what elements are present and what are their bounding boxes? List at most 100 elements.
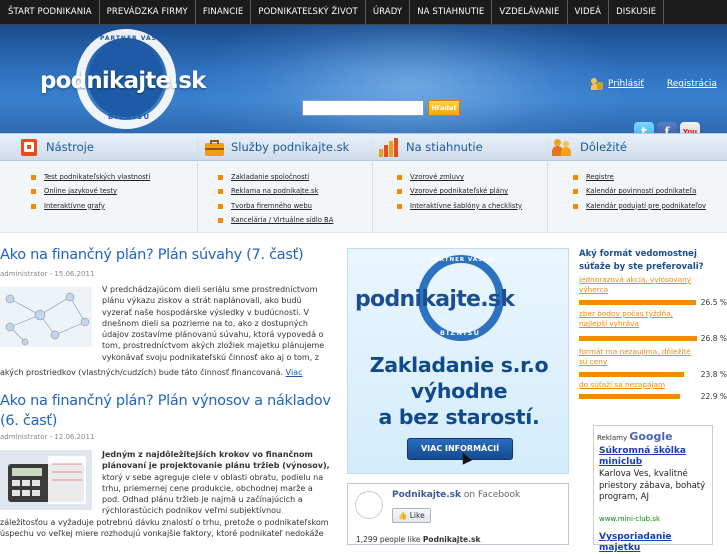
twitter-icon[interactable]: t xyxy=(634,122,654,133)
article-list: Ako na finančný plán? Plán súvahy (7. ča… xyxy=(0,233,345,545)
logo-brand-text: podnikajte.sk xyxy=(40,68,206,94)
article-thumbnail-calculator xyxy=(0,450,92,510)
category-nastroje[interactable]: Nástroje xyxy=(18,133,94,161)
link-item[interactable]: Kalendár podujatí pre podnikateľov xyxy=(573,199,706,213)
link-item[interactable]: Tvorba firemného webu xyxy=(218,199,333,213)
links-dolezite: Registre Kalendár povinností podnikateľa… xyxy=(573,170,706,213)
article-meta: administrator - 15.06.2011 xyxy=(0,270,95,278)
nav-na-stiahnutie[interactable]: NA STIAHNUTIE xyxy=(410,0,493,24)
ad-url[interactable]: www.mini-club.sk xyxy=(599,515,660,523)
page-logo-thumb xyxy=(355,491,383,519)
category-sluzby[interactable]: Služby podnikajte.sk xyxy=(203,133,349,161)
logo-ring-top-text: PARTNER VÁŠHO xyxy=(100,35,170,42)
tools-icon xyxy=(18,136,40,158)
category-title: Nástroje xyxy=(46,140,94,154)
links-na-stiahnutie: Vzorové zmluvy Vzorové podnikateľské plá… xyxy=(397,170,522,213)
poll-percent: 26.8 % xyxy=(700,334,727,343)
article-excerpt-end: záležitosťou a vyžaduje potrebnú dávku z… xyxy=(0,518,329,539)
link-item[interactable]: Vzorové zmluvy xyxy=(397,170,522,184)
category-title: Na stiahnutie xyxy=(406,140,483,154)
nav-start-podnikania[interactable]: ŠTART PODNIKANIA xyxy=(0,0,100,24)
poll-option[interactable]: zber bodov počas týždňa, najlepší vyhráv… xyxy=(579,309,699,330)
chart-bars-icon xyxy=(378,136,400,158)
header: PARTNER VÁŠHO BIZNISU podnikajte.sk Hľad… xyxy=(0,25,727,133)
nav-diskusie[interactable]: DISKUSIE xyxy=(609,0,665,24)
users-icon xyxy=(591,78,605,90)
article-thumbnail-network xyxy=(0,287,92,347)
header-glow xyxy=(200,25,620,133)
link-item[interactable]: Kalendár povinností podnikateľa xyxy=(573,184,706,198)
social-links: t f You xyxy=(634,122,700,133)
ad-title[interactable]: Súkromná škôlka miniclub xyxy=(599,446,712,468)
banner-ring-top-text: PARTNER VÁŠHO xyxy=(430,257,495,263)
banner-line: Zakladanie s.r.o xyxy=(369,353,549,377)
poll-bar xyxy=(579,372,684,377)
people-icon xyxy=(552,136,574,158)
nav-urady[interactable]: ÚRADY xyxy=(366,0,411,24)
article-excerpt: V predchádzajúcom dieli seriálu sme pros… xyxy=(102,285,325,362)
article-excerpt-end: akých prostriedkov (vlastných/cudzích) b… xyxy=(0,368,303,377)
ads-header: Reklamy Google xyxy=(597,430,673,443)
google-ads: Reklamy Google Súkromná škôlka miniclub … xyxy=(593,425,713,553)
banner-line: výhodne xyxy=(410,379,508,403)
banner-ring-bottom-text: BIZNISU xyxy=(440,329,481,337)
facebook-like-button[interactable]: 👍 Like xyxy=(392,508,431,523)
ad-title[interactable]: Vysporiadanie majetku xyxy=(599,532,712,554)
banner-line: a bez starostí. xyxy=(378,405,540,429)
search-input[interactable] xyxy=(302,100,424,116)
promo-banner[interactable]: PARTNER VÁŠHO BIZNISU podnikajte.sk Zakl… xyxy=(347,248,569,474)
site-logo[interactable]: PARTNER VÁŠHO BIZNISU podnikajte.sk xyxy=(28,25,206,133)
link-item[interactable]: Test podnikateľských vlastností xyxy=(31,170,150,184)
nav-financie[interactable]: FINANCIE xyxy=(196,0,252,24)
read-more-link[interactable]: Viac xyxy=(286,368,303,377)
poll-bar xyxy=(579,394,680,399)
article-meta: administrator - 12.06.2011 xyxy=(0,433,95,441)
link-item[interactable]: Zakladanie spoločností xyxy=(218,170,333,184)
logo-ring-bottom-text: BIZNISU xyxy=(108,113,151,121)
poll-option[interactable]: formát ma nezaujíma, dôležité sú ceny xyxy=(579,347,699,368)
nav-vzdelavanie[interactable]: VZDELÁVANIE xyxy=(492,0,568,24)
category-title: Dôležité xyxy=(580,140,627,154)
article-excerpt: Jedným z najdôležitejších krokov vo fina… xyxy=(102,450,330,516)
poll-percent: 23.8 % xyxy=(700,370,727,379)
poll-question: Aký formát vedomostnej súťaže by ste pre… xyxy=(579,249,704,272)
ad-text: Karlova Ves, kvalitné priestory zábava, … xyxy=(599,469,706,502)
facebook-like-count: 1,299 people like Podnikajte.sk xyxy=(356,535,481,544)
link-item[interactable]: Reklama na podnikajte.sk xyxy=(218,184,333,198)
link-item[interactable]: Online jazykové testy xyxy=(31,184,150,198)
column-divider xyxy=(197,139,198,231)
youtube-icon[interactable]: You xyxy=(680,122,700,133)
links-nastroje: Test podnikateľských vlastností Online j… xyxy=(31,170,150,213)
article-title[interactable]: Ako na finančný plán? Plán výnosov a nák… xyxy=(0,391,340,431)
google-logo: Google xyxy=(629,430,673,443)
link-item[interactable]: Interaktívne šablóny a checklisty xyxy=(397,199,522,213)
banner-brand: podnikajte.sk xyxy=(355,287,515,312)
facebook-like-box: Podnikajte.sk on Facebook 👍 Like 1,299 p… xyxy=(347,483,569,545)
nav-prevadzka-firmy[interactable]: PREVÁDZKA FIRMY xyxy=(100,0,196,24)
links-sluzby: Zakladanie spoločností Reklama na podnik… xyxy=(218,170,333,227)
category-na-stiahnutie[interactable]: Na stiahnutie xyxy=(378,133,483,161)
poll-option[interactable]: jednorazová akcia, vylosovaný výherca xyxy=(579,275,699,296)
column-divider xyxy=(372,139,373,231)
register-link[interactable]: Registrácia xyxy=(667,79,717,89)
link-item[interactable]: Interaktívne grafy xyxy=(31,199,150,213)
briefcase-icon xyxy=(203,136,225,158)
search-button[interactable]: Hľadať xyxy=(428,100,460,116)
category-title: Služby podnikajte.sk xyxy=(231,140,350,154)
poll: Aký formát vedomostnej súťaže by ste pre… xyxy=(579,248,727,401)
login-area: Prihlásiť Registrácia xyxy=(591,78,717,90)
link-item[interactable]: Vzorové podnikateľské plány xyxy=(397,184,522,198)
facebook-icon[interactable]: f xyxy=(657,122,677,133)
poll-percent: 26.5 % xyxy=(700,298,727,307)
link-item[interactable]: Registre xyxy=(573,170,706,184)
poll-percent: 22.9 % xyxy=(700,392,727,401)
facebook-page-name[interactable]: Podnikajte.sk on Facebook xyxy=(392,490,520,500)
nav-videa[interactable]: VIDEÁ xyxy=(568,0,610,24)
category-dolezite[interactable]: Dôležité xyxy=(552,133,627,161)
nav-podnikatelsky-zivot[interactable]: PODNIKATEĽSKÝ ŽIVOT xyxy=(251,0,366,24)
signin-link[interactable]: Prihlásiť xyxy=(608,79,644,89)
poll-bar xyxy=(579,336,697,341)
link-item[interactable]: Kancelária / Virtuálne sídlo BA xyxy=(218,213,333,227)
article-title[interactable]: Ako na finančný plán? Plán súvahy (7. ča… xyxy=(0,247,304,263)
poll-option[interactable]: do súťaží sa nezapájam xyxy=(579,380,699,390)
